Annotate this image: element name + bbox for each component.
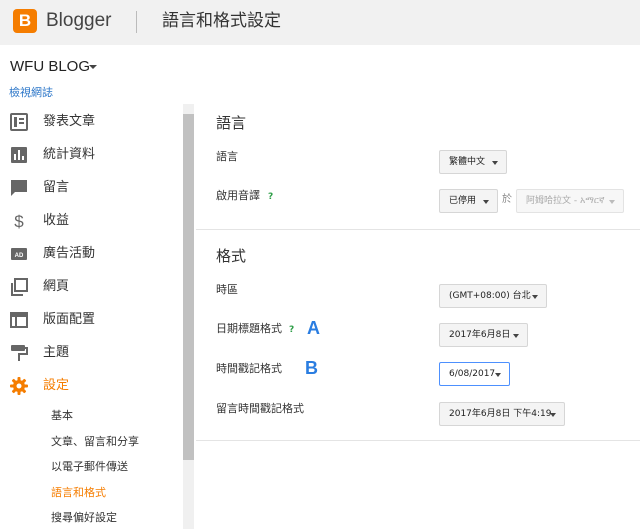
sidebar-scroll-thumb[interactable] — [183, 114, 194, 460]
date-header-format-value: 2017年6月8日 — [449, 330, 511, 340]
chevron-down-icon — [495, 373, 501, 377]
earnings-icon: $ — [14, 212, 24, 230]
language-section-title: 語言 — [216, 114, 247, 132]
sidebar-item-theme[interactable]: 主題 — [0, 339, 182, 367]
sub-item-posts-comments-sharing[interactable]: 文章、留言和分享 — [51, 434, 139, 450]
timezone-label: 時區 — [216, 283, 238, 296]
sidebar-item-layout[interactable]: 版面配置 — [0, 306, 182, 334]
sidebar-item-comments[interactable]: 留言 — [0, 174, 182, 202]
format-section-title: 格式 — [216, 247, 247, 265]
sidebar-item-label: 版面配置 — [43, 312, 96, 327]
sidebar-item-label: 統計資料 — [43, 147, 96, 162]
sidebar-item-settings[interactable]: 設定 — [0, 372, 182, 400]
view-blog-link[interactable]: 檢視網誌 — [9, 86, 53, 100]
language-label: 語言 — [216, 150, 238, 163]
sidebar-item-pages[interactable]: 網頁 — [0, 273, 182, 301]
chevron-down-icon — [492, 161, 498, 165]
comment-timestamp-format-label: 留言時間戳記格式 — [216, 402, 304, 415]
campaigns-icon: AD — [11, 248, 27, 260]
timezone-select[interactable]: (GMT+08:00) 台北 — [439, 284, 547, 308]
timezone-select-value: (GMT+08:00) 台北 — [449, 291, 531, 301]
sub-item-basic[interactable]: 基本 — [51, 408, 73, 424]
sidebar-item-label: 收益 — [43, 213, 70, 228]
app-name[interactable]: Blogger — [46, 9, 112, 33]
blog-selector[interactable]: WFU BLOG — [10, 57, 90, 77]
svg-text:AD: AD — [15, 253, 24, 259]
transliteration-select-value: 已停用 — [449, 196, 477, 206]
date-header-format-label: 日期標題格式 — [216, 322, 282, 335]
sidebar-item-label: 廣告活動 — [43, 246, 96, 261]
sidebar-item-label: 主題 — [43, 345, 70, 360]
help-icon[interactable]: ? — [268, 191, 273, 203]
language-select[interactable]: 繁體中文 — [439, 150, 507, 174]
chevron-down-icon — [483, 200, 489, 204]
svg-text:$: $ — [14, 212, 24, 230]
chevron-down-icon — [532, 295, 538, 299]
theme-icon — [11, 345, 28, 361]
pages-icon — [11, 278, 28, 296]
sidebar-item-earnings[interactable]: $ 收益 — [0, 207, 182, 235]
transliteration-joiner: 於 — [502, 194, 512, 205]
chevron-down-icon[interactable] — [89, 65, 97, 69]
language-select-value: 繁體中文 — [449, 157, 486, 167]
posts-icon — [10, 113, 28, 131]
help-icon[interactable]: ? — [289, 324, 294, 336]
header-divider — [136, 11, 137, 33]
sidebar-item-campaigns[interactable]: AD 廣告活動 — [0, 240, 182, 268]
comments-icon — [11, 180, 27, 196]
sidebar-item-posts[interactable]: 發表文章 — [0, 108, 182, 136]
stats-icon — [11, 147, 27, 163]
section-divider — [196, 440, 640, 441]
sidebar-item-label: 網頁 — [43, 279, 70, 294]
transliteration-select[interactable]: 已停用 — [439, 189, 498, 213]
blogger-logo-icon[interactable]: B — [13, 9, 37, 33]
sidebar-item-stats[interactable]: 統計資料 — [0, 141, 182, 169]
marker-b: B — [305, 358, 318, 378]
gear-icon — [10, 377, 28, 395]
chevron-down-icon — [513, 334, 519, 338]
sidebar-item-label: 設定 — [43, 378, 70, 393]
timestamp-format-select[interactable]: 6/08/2017 — [439, 362, 510, 386]
logo-letter: B — [18, 11, 32, 30]
timestamp-format-value: 6/08/2017 — [449, 369, 496, 379]
comment-timestamp-format-value: 2017年6月8日 下午4:19 — [449, 409, 552, 419]
layout-icon — [10, 312, 28, 328]
section-divider — [196, 229, 640, 230]
chevron-down-icon — [609, 200, 615, 204]
sub-item-search-preferences[interactable]: 搜尋偏好設定 — [51, 510, 117, 526]
date-header-format-select[interactable]: 2017年6月8日 — [439, 323, 528, 347]
transliteration-language-select[interactable]: 阿姆哈拉文 - አማርኛ — [516, 189, 624, 213]
transliteration-language-value: 阿姆哈拉文 - አማርኛ — [526, 196, 605, 206]
top-bar: B Blogger 語言和格式設定 — [0, 0, 640, 45]
timestamp-format-label: 時間戳記格式 — [216, 362, 282, 375]
chevron-down-icon — [550, 413, 556, 417]
comment-timestamp-format-select[interactable]: 2017年6月8日 下午4:19 — [439, 402, 565, 426]
transliteration-label: 啟用音譯 — [216, 189, 260, 202]
sidebar-item-label: 發表文章 — [43, 114, 96, 129]
sidebar-item-label: 留言 — [43, 180, 70, 195]
marker-a: A — [307, 318, 320, 338]
page-title: 語言和格式設定 — [162, 11, 281, 31]
sub-item-email[interactable]: 以電子郵件傳送 — [51, 459, 128, 475]
sub-item-language-formatting[interactable]: 語言和格式 — [51, 485, 106, 501]
